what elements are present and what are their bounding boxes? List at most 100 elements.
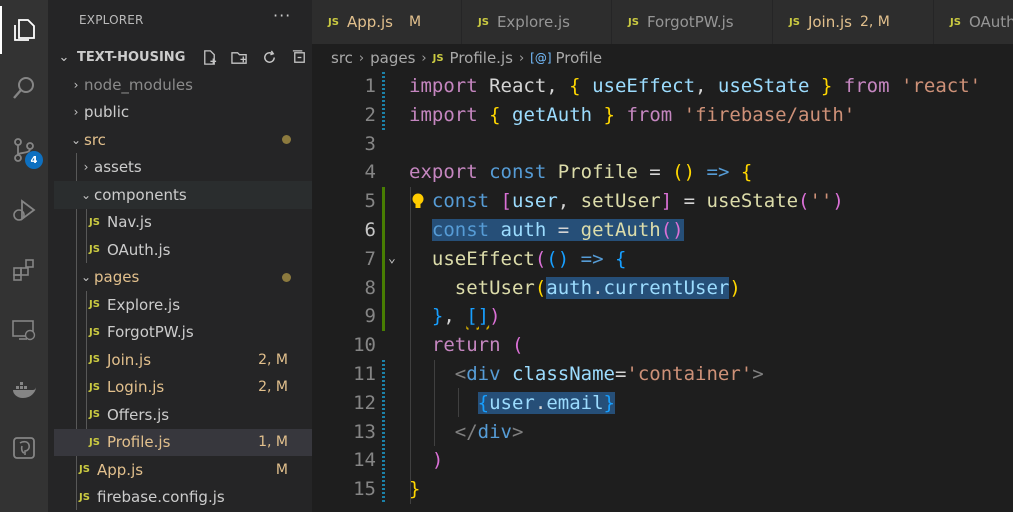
- tab-label: Join.js: [807, 13, 852, 31]
- new-folder-icon[interactable]: [228, 47, 250, 67]
- tree-item-components[interactable]: ⌄ components: [54, 181, 312, 209]
- chevron-right-icon: ›: [358, 50, 365, 66]
- javascript-file-icon: JS: [89, 244, 100, 256]
- more-actions-button[interactable]: ···: [273, 6, 291, 25]
- search-icon[interactable]: [0, 64, 48, 112]
- tab-explore-js[interactable]: JS Explore.js: [462, 0, 612, 44]
- new-file-icon[interactable]: [198, 47, 220, 67]
- workspace-root[interactable]: ⌄ TEXT-HOUSING: [54, 44, 312, 71]
- tree-item-offers-js[interactable]: JS Offers.js: [54, 401, 312, 429]
- workspace-root-label: TEXT-HOUSING: [77, 50, 186, 65]
- editor-tabs: JS App.js M JS Explore.js JS ForgotPW.js…: [312, 0, 1013, 44]
- line-number: 9: [364, 305, 376, 328]
- tree-item-label: Login.js: [107, 378, 165, 397]
- breadcrumb-pages[interactable]: pages: [370, 49, 415, 67]
- tree-item-nav-js[interactable]: JS Nav.js: [54, 209, 312, 237]
- explorer-icon[interactable]: [0, 6, 48, 54]
- tab-forgotpw-js[interactable]: JS ForgotPW.js: [612, 0, 773, 44]
- tree-item-label: assets: [94, 158, 142, 177]
- refresh-icon[interactable]: [258, 47, 280, 67]
- tab-label: OAuth.js: [968, 13, 1013, 31]
- code-line: 12 {user.email}: [312, 389, 1013, 418]
- modified-dot-icon: [282, 135, 291, 145]
- chevron-right-icon: ›: [421, 50, 427, 66]
- tree-item-login-js[interactable]: JS Login.js 2, M: [54, 374, 312, 402]
- tree-item-join-js[interactable]: JS Join.js 2, M: [54, 346, 312, 374]
- code-line: 3: [312, 130, 1013, 159]
- breadcrumb-file[interactable]: Profile.js: [450, 49, 513, 67]
- chevron-down-icon: ⌄: [80, 187, 92, 202]
- javascript-file-icon: JS: [432, 52, 444, 64]
- tree-item-label: pages: [94, 268, 140, 287]
- line-number: 15: [353, 478, 376, 501]
- javascript-file-icon: JS: [89, 299, 100, 311]
- database-elephant-icon[interactable]: [0, 424, 48, 472]
- javascript-file-icon: JS: [950, 16, 961, 28]
- tree-item-app-js[interactable]: JS App.js M: [54, 456, 312, 484]
- code-editor[interactable]: 1 import React, { useEffect, useState } …: [312, 72, 1013, 512]
- javascript-file-icon: JS: [89, 409, 100, 421]
- git-status-badge: 1, M: [258, 434, 288, 451]
- line-number: 7: [364, 247, 376, 270]
- code-line: 5 const [user, setUser] = useState(''): [312, 187, 1013, 332]
- tree-item-profile-js[interactable]: JS Profile.js 1, M: [54, 428, 312, 456]
- javascript-file-icon: JS: [328, 16, 339, 28]
- tree-item-label: Explore.js: [107, 295, 181, 314]
- tab-label: App.js: [346, 13, 393, 31]
- tree-item-label: Offers.js: [107, 405, 170, 424]
- chevron-down-icon: ⌄: [80, 270, 92, 285]
- code-line: 15 }: [312, 475, 1013, 504]
- code-line: 8 setUser(auth.currentUser): [312, 274, 1013, 303]
- tab-oauth-js[interactable]: JS OAuth.js: [934, 0, 1013, 44]
- javascript-file-icon: JS: [478, 16, 489, 28]
- activity-bar: 4: [0, 0, 48, 512]
- tab-app-js[interactable]: JS App.js M: [312, 0, 462, 44]
- tree-item-node-modules[interactable]: › node_modules: [54, 71, 312, 99]
- tree-item-public[interactable]: › public: [54, 99, 312, 127]
- tree-item-label: Profile.js: [107, 433, 171, 452]
- tree-item-firebase-config-js[interactable]: JS firebase.config.js: [54, 484, 312, 512]
- tree-item-src[interactable]: ⌄ src: [54, 126, 312, 154]
- code-line: 11 <div className='container'>: [312, 360, 1013, 504]
- javascript-file-icon: JS: [628, 16, 639, 28]
- tree-item-oauth-js[interactable]: JS OAuth.js: [54, 236, 312, 264]
- javascript-file-icon: JS: [89, 436, 100, 448]
- git-status-badge: M: [275, 461, 288, 478]
- file-tree: › node_modules › public ⌄ src › assets ⌄…: [54, 71, 312, 511]
- code-line: 14 ): [312, 446, 1013, 475]
- chevron-right-icon: ›: [518, 50, 525, 66]
- collapse-all-icon[interactable]: [288, 47, 310, 67]
- explorer-sidebar: EXPLORER ··· ⌄ TEXT-HOUSING › node_modul…: [48, 0, 312, 512]
- git-status-badge: 2, M: [258, 351, 288, 368]
- docker-icon[interactable]: [0, 366, 48, 414]
- tree-item-label: Nav.js: [107, 213, 152, 232]
- breadcrumb-src[interactable]: src: [331, 49, 353, 67]
- tree-item-label: Join.js: [107, 350, 152, 369]
- tab-status: M: [409, 14, 422, 30]
- tree-item-forgotpw-js[interactable]: JS ForgotPW.js: [54, 319, 312, 347]
- javascript-file-icon: JS: [789, 16, 800, 28]
- code-line: 13 </div>: [312, 418, 1013, 447]
- line-number: 4: [364, 161, 376, 184]
- git-status-badge: 2, M: [258, 379, 288, 396]
- line-number: 5: [364, 190, 376, 213]
- chevron-down-icon[interactable]: ⌄: [388, 245, 396, 274]
- run-debug-icon[interactable]: [0, 186, 48, 234]
- tab-join-js[interactable]: JS Join.js 2, M: [773, 0, 934, 44]
- modified-dot-icon: [282, 272, 291, 282]
- tree-item-label: OAuth.js: [107, 240, 171, 259]
- tree-item-pages[interactable]: ⌄ pages: [54, 264, 312, 292]
- tab-status: 2, M: [859, 14, 890, 30]
- remote-explorer-icon[interactable]: [0, 306, 48, 354]
- tree-item-explore-js[interactable]: JS Explore.js: [54, 291, 312, 319]
- source-control-icon[interactable]: [0, 126, 48, 174]
- tree-item-assets[interactable]: › assets: [54, 154, 312, 182]
- javascript-file-icon: JS: [79, 491, 90, 503]
- extensions-icon[interactable]: [0, 246, 48, 294]
- javascript-file-icon: JS: [89, 381, 100, 393]
- code-line: 7 ⌄ useEffect(() => {: [312, 245, 1013, 274]
- javascript-file-icon: JS: [89, 354, 100, 366]
- breadcrumb: src › pages › JS Profile.js › [@] Profil…: [312, 44, 1013, 72]
- breadcrumb-symbol[interactable]: Profile: [556, 49, 603, 67]
- line-number: 10: [353, 334, 376, 357]
